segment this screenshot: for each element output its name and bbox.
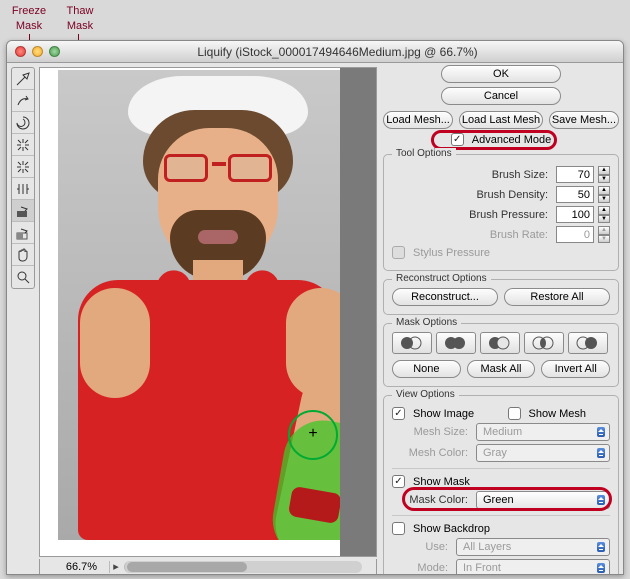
tool-forward-warp[interactable] xyxy=(12,68,34,90)
show-mesh-label: Show Mesh xyxy=(529,408,586,420)
brush-pressure-field[interactable] xyxy=(556,206,594,223)
mask-invert-button[interactable] xyxy=(568,332,608,354)
brush-size-label: Brush Size: xyxy=(392,169,552,181)
tool-freeze-mask[interactable] xyxy=(12,200,34,222)
tool-hand[interactable] xyxy=(12,244,34,266)
window-title: Liquify (iStock_000017494646Medium.jpg @… xyxy=(60,45,615,59)
show-image-label: Show Image xyxy=(413,408,474,420)
mode-select: In Front xyxy=(456,559,610,575)
cancel-button[interactable]: Cancel xyxy=(441,87,561,105)
reconstruct-button[interactable]: Reconstruct... xyxy=(392,288,498,306)
zoom-field[interactable]: 66.7% xyxy=(54,561,110,573)
toolbar xyxy=(11,67,35,289)
mask-none-button[interactable]: None xyxy=(392,360,461,378)
mask-color-label: Mask Color: xyxy=(392,494,472,506)
canvas-footer: 66.7% ▸ xyxy=(39,559,377,575)
zoom-menu-icon[interactable]: ▸ xyxy=(110,560,122,573)
mesh-color-select: Gray xyxy=(476,444,610,462)
mesh-size-select: Medium xyxy=(476,423,610,441)
show-backdrop-checkbox[interactable] xyxy=(392,522,405,535)
show-mask-label: Show Mask xyxy=(413,476,470,488)
stylus-label: Stylus Pressure xyxy=(413,247,490,259)
liquify-window: Liquify (iStock_000017494646Medium.jpg @… xyxy=(6,40,624,575)
restore-all-button[interactable]: Restore All xyxy=(504,288,610,306)
tool-push-left[interactable] xyxy=(12,178,34,200)
tool-options-group: Tool Options Brush Size:▲▼ Brush Density… xyxy=(383,154,619,271)
window-controls xyxy=(15,46,60,57)
tool-reconstruct[interactable] xyxy=(12,90,34,112)
invert-all-button[interactable]: Invert All xyxy=(541,360,610,378)
brush-size-field[interactable] xyxy=(556,166,594,183)
close-icon[interactable] xyxy=(15,46,26,57)
mask-color-select[interactable]: Green xyxy=(476,491,610,509)
tool-pucker[interactable] xyxy=(12,134,34,156)
mask-intersect-button[interactable] xyxy=(524,332,564,354)
brush-pressure-stepper[interactable]: ▲▼ xyxy=(598,206,610,223)
annotation-freeze: Freeze Mask xyxy=(4,2,54,33)
mask-options-title: Mask Options xyxy=(392,317,461,328)
photo-preview xyxy=(58,70,358,540)
options-panel: OK Cancel Load Mesh... Load Last Mesh Sa… xyxy=(383,65,619,570)
titlebar[interactable]: Liquify (iStock_000017494646Medium.jpg @… xyxy=(7,41,623,63)
annotation-thaw: Thaw Mask xyxy=(58,2,102,33)
mask-replace-button[interactable] xyxy=(392,332,432,354)
zoom-icon[interactable] xyxy=(49,46,60,57)
mask-add-button[interactable] xyxy=(436,332,476,354)
load-mesh-button[interactable]: Load Mesh... xyxy=(383,111,453,129)
tool-zoom[interactable] xyxy=(12,266,34,288)
show-image-checkbox[interactable] xyxy=(392,407,405,420)
mode-label: Mode: xyxy=(392,562,452,574)
brush-rate-field xyxy=(556,226,594,243)
view-options-title: View Options xyxy=(392,389,459,400)
mesh-color-label: Mesh Color: xyxy=(392,447,472,459)
mesh-size-label: Mesh Size: xyxy=(392,426,472,438)
show-mask-checkbox[interactable] xyxy=(392,475,405,488)
load-last-mesh-button[interactable]: Load Last Mesh xyxy=(459,111,543,129)
tool-twirl[interactable] xyxy=(12,112,34,134)
reconstruct-group: Reconstruct Options Reconstruct... Resto… xyxy=(383,279,619,315)
show-backdrop-label: Show Backdrop xyxy=(413,523,490,535)
advanced-mode-label: Advanced Mode xyxy=(472,134,552,146)
mask-options-group: Mask Options None Mask All Invert All xyxy=(383,323,619,387)
brush-rate-label: Brush Rate: xyxy=(392,229,552,241)
brush-size-stepper[interactable]: ▲▼ xyxy=(598,166,610,183)
stylus-checkbox xyxy=(392,246,405,259)
minimize-icon[interactable] xyxy=(32,46,43,57)
use-select: All Layers xyxy=(456,538,610,556)
advanced-mode-checkbox[interactable] xyxy=(451,133,464,146)
canvas[interactable] xyxy=(39,67,377,557)
show-mesh-checkbox[interactable] xyxy=(508,407,521,420)
save-mesh-button[interactable]: Save Mesh... xyxy=(549,111,619,129)
mask-subtract-button[interactable] xyxy=(480,332,520,354)
brush-density-stepper[interactable]: ▲▼ xyxy=(598,186,610,203)
reconstruct-title: Reconstruct Options xyxy=(392,273,491,284)
ok-button[interactable]: OK xyxy=(441,65,561,83)
brush-cursor-icon xyxy=(288,410,338,460)
view-options-group: View Options Show Image Show Mesh Mesh S… xyxy=(383,395,619,575)
h-scrollbar[interactable] xyxy=(124,561,362,573)
tool-thaw-mask[interactable] xyxy=(12,222,34,244)
mask-all-button[interactable]: Mask All xyxy=(467,360,536,378)
tool-bloat[interactable] xyxy=(12,156,34,178)
brush-density-label: Brush Density: xyxy=(392,189,552,201)
brush-density-field[interactable] xyxy=(556,186,594,203)
use-label: Use: xyxy=(392,541,452,553)
brush-rate-stepper: ▲▼ xyxy=(598,226,610,243)
tool-options-title: Tool Options xyxy=(392,148,456,159)
brush-pressure-label: Brush Pressure: xyxy=(392,209,552,221)
